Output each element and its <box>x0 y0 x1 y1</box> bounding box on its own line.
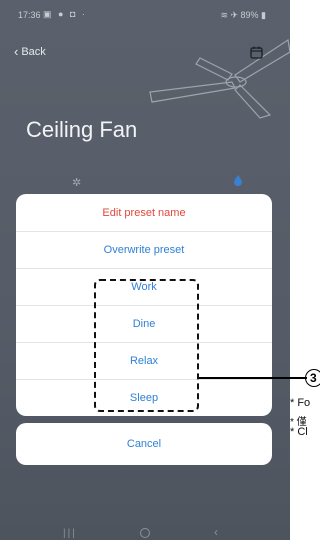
overwrite-preset-option[interactable]: Overwrite preset <box>16 231 272 268</box>
ceiling-fan-illustration <box>149 38 290 119</box>
notification-icons: ▣ ● ◘ · <box>43 9 87 19</box>
back-label: Back <box>21 46 46 58</box>
callout-line <box>199 377 307 379</box>
edit-preset-name-option[interactable]: Edit preset name <box>16 194 272 231</box>
fan-icon[interactable]: ✲ <box>72 176 81 189</box>
status-time: 17:36 <box>18 10 41 20</box>
back-button[interactable]: ‹ Back <box>14 44 46 59</box>
footnote-3: * Cl <box>290 426 308 438</box>
callout-number: 3 <box>305 369 320 387</box>
nav-back-icon[interactable]: ‹ <box>214 525 218 539</box>
page-title: Ceiling Fan <box>26 117 138 142</box>
phone-screen: 17:36 ▣ ● ◘ · ≋ ✈ 89% ▮ ‹ Back Ceiling F… <box>0 0 290 540</box>
footnote-1: * Fo <box>290 397 311 409</box>
home-icon[interactable] <box>140 528 150 538</box>
cancel-button[interactable]: Cancel <box>16 423 272 465</box>
status-bar: 17:36 ▣ ● ◘ · ≋ ✈ 89% ▮ <box>0 0 290 28</box>
calendar-icon[interactable] <box>250 46 263 59</box>
highlight-dashed-box <box>94 279 199 412</box>
droplet-icon[interactable] <box>234 175 242 186</box>
system-nav-bar: ||| ‹ <box>0 522 290 540</box>
recent-apps-icon[interactable]: ||| <box>63 528 77 539</box>
chevron-left-icon: ‹ <box>14 44 19 59</box>
status-right-icons: ≋ ✈ 89% ▮ <box>220 10 266 20</box>
